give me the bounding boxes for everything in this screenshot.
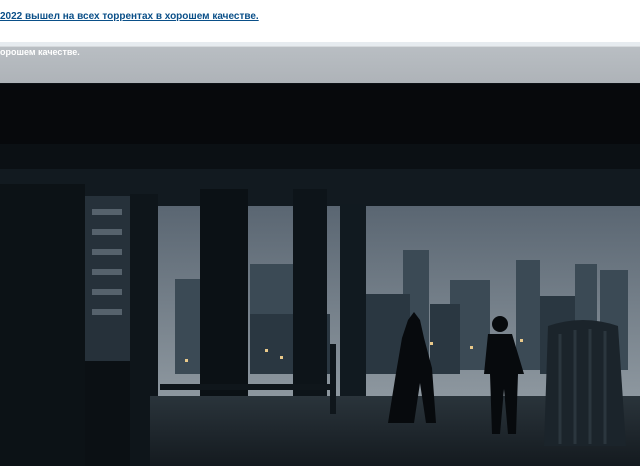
post-header: 2022 вышел на всех торрентах в хорошем к…: [0, 0, 640, 43]
movie-still-image: [0, 84, 640, 466]
movie-still-scene: [0, 84, 640, 466]
post-title-link[interactable]: 2022 вышел на всех торрентах в хорошем к…: [0, 11, 259, 22]
post-subtitle: орошем качестве.: [0, 47, 80, 57]
post-subheader: орошем качестве.: [0, 46, 640, 83]
